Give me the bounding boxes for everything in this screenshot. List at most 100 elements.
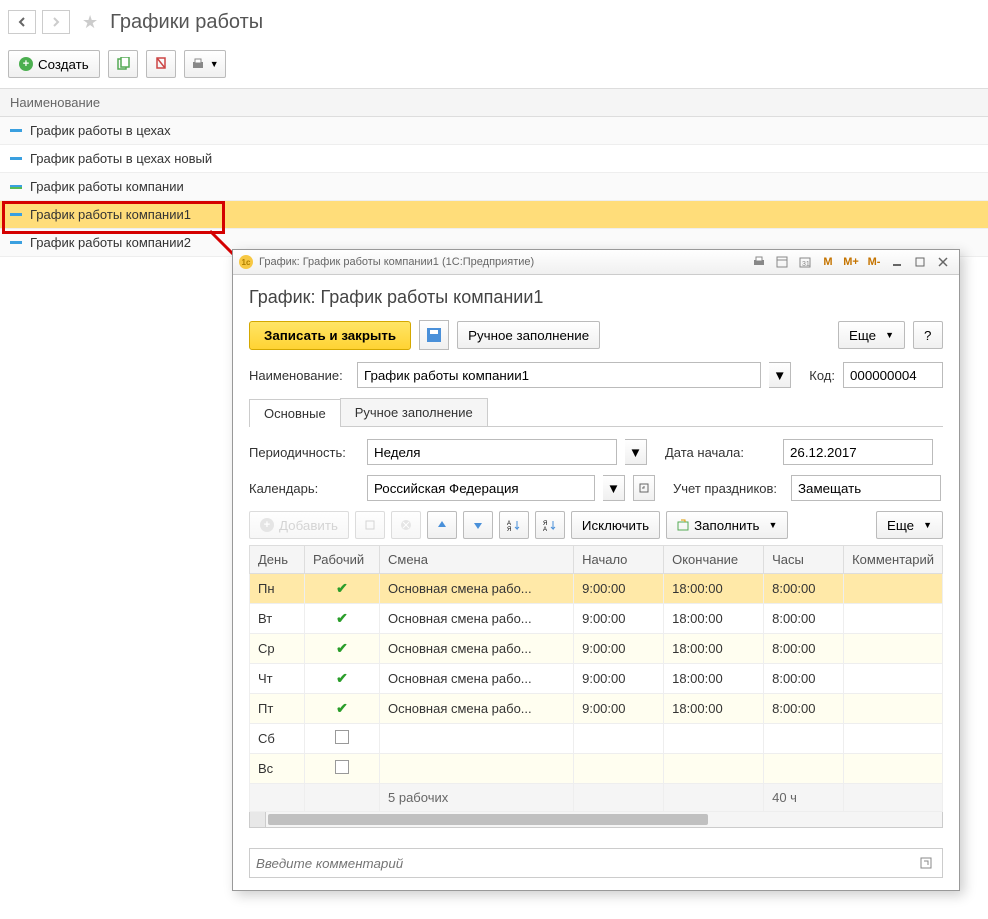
cell-shift: Основная смена рабо... [380, 574, 574, 604]
titlebar-m-button[interactable]: M [818, 253, 838, 271]
start-date-input[interactable] [783, 439, 933, 465]
cell-comment [844, 604, 943, 634]
list-item[interactable]: График работы в цехах [0, 117, 988, 145]
cell-day: Пт [250, 694, 305, 724]
col-shift[interactable]: Смена [380, 546, 574, 574]
name-label: Наименование: [249, 368, 349, 383]
col-hours[interactable]: Часы [764, 546, 844, 574]
cell-work[interactable] [305, 754, 380, 784]
cell-work[interactable]: ✔ [305, 694, 380, 724]
cell-end [664, 724, 764, 754]
table-row[interactable]: Ср ✔ Основная смена рабо... 9:00:00 18:0… [250, 634, 943, 664]
copy-button[interactable] [108, 50, 138, 78]
titlebar-calc-icon[interactable] [772, 253, 792, 271]
list-item-label: График работы компании1 [30, 207, 191, 222]
cell-comment [844, 724, 943, 754]
comment-input[interactable] [256, 856, 916, 871]
list-item[interactable]: График работы в цехах новый [0, 145, 988, 173]
comment-expand-button[interactable] [916, 854, 936, 872]
table-row[interactable]: Вс [250, 754, 943, 784]
list-item-selected[interactable]: График работы компании1 [0, 201, 988, 229]
cell-shift: Основная смена рабо... [380, 694, 574, 724]
cell-day: Сб [250, 724, 305, 754]
calendar-dropdown-button[interactable]: ▼ [603, 475, 625, 501]
fill-button[interactable]: Заполнить▼ [666, 511, 788, 539]
cell-day: Вс [250, 754, 305, 784]
period-input[interactable] [367, 439, 617, 465]
add-button[interactable]: +Добавить [249, 511, 349, 539]
cell-work[interactable] [305, 724, 380, 754]
titlebar-minimize-button[interactable] [887, 253, 907, 271]
cell-comment [844, 634, 943, 664]
cell-comment [844, 754, 943, 784]
save-close-button[interactable]: Записать и закрыть [249, 321, 411, 350]
print-button[interactable]: ▼ [184, 50, 226, 78]
favorite-star-icon[interactable]: ★ [82, 12, 98, 33]
item-marker-icon [10, 241, 22, 244]
cell-work[interactable]: ✔ [305, 604, 380, 634]
horizontal-scrollbar[interactable] [249, 812, 943, 828]
checkmark-icon: ✔ [336, 610, 348, 626]
tab-main[interactable]: Основные [249, 399, 341, 427]
table-row[interactable]: Пт ✔ Основная смена рабо... 9:00:00 18:0… [250, 694, 943, 724]
cell-shift [380, 724, 574, 754]
titlebar-print-icon[interactable] [749, 253, 769, 271]
calendar-input[interactable] [367, 475, 595, 501]
cell-work[interactable]: ✔ [305, 634, 380, 664]
col-start[interactable]: Начало [574, 546, 664, 574]
list-item[interactable]: График работы компании [0, 173, 988, 201]
more-button[interactable]: Еще▼ [838, 321, 905, 349]
table-row[interactable]: Пн ✔ Основная смена рабо... 9:00:00 18:0… [250, 574, 943, 604]
titlebar-maximize-button[interactable] [910, 253, 930, 271]
fill-label: Заполнить [694, 518, 759, 533]
table-row[interactable]: Вт ✔ Основная смена рабо... 9:00:00 18:0… [250, 604, 943, 634]
col-comment[interactable]: Комментарий [844, 546, 943, 574]
item-marker-icon [10, 157, 22, 160]
exclude-button[interactable]: Исключить [571, 511, 660, 539]
sort-desc-button[interactable]: ЯА [535, 511, 565, 539]
name-dropdown-button[interactable]: ▼ [769, 362, 791, 388]
cell-day: Пн [250, 574, 305, 604]
move-down-button[interactable] [463, 511, 493, 539]
cell-end [664, 754, 764, 784]
calendar-open-button[interactable] [633, 475, 655, 501]
create-button-label: Создать [38, 57, 89, 72]
name-input[interactable] [357, 362, 761, 388]
delete-row-button[interactable] [391, 511, 421, 539]
titlebar-mminus-button[interactable]: M- [864, 253, 884, 271]
col-end[interactable]: Окончание [664, 546, 764, 574]
code-label: Код: [809, 368, 835, 383]
cell-day: Вт [250, 604, 305, 634]
item-marker-icon [10, 129, 22, 132]
table-row[interactable]: Сб [250, 724, 943, 754]
table-row[interactable]: Чт ✔ Основная смена рабо... 9:00:00 18:0… [250, 664, 943, 694]
titlebar-close-button[interactable] [933, 253, 953, 271]
titlebar-calendar-icon[interactable]: 31 [795, 253, 815, 271]
save-button[interactable] [419, 320, 449, 350]
period-dropdown-button[interactable]: ▼ [625, 439, 647, 465]
titlebar-mplus-button[interactable]: M+ [841, 253, 861, 271]
more-inner-button[interactable]: Еще▼ [876, 511, 943, 539]
col-day[interactable]: День [250, 546, 305, 574]
cell-end: 18:00:00 [664, 574, 764, 604]
col-work[interactable]: Рабочий [305, 546, 380, 574]
cell-day: Чт [250, 664, 305, 694]
sort-asc-button[interactable]: АЯ [499, 511, 529, 539]
copy-row-button[interactable] [355, 511, 385, 539]
manual-fill-button[interactable]: Ручное заполнение [457, 321, 600, 349]
page-title: Графики работы [110, 11, 263, 34]
cell-work[interactable]: ✔ [305, 574, 380, 604]
move-up-button[interactable] [427, 511, 457, 539]
holidays-input[interactable] [791, 475, 941, 501]
delete-button[interactable] [146, 50, 176, 78]
cell-end: 18:00:00 [664, 634, 764, 664]
nav-forward-button[interactable] [42, 10, 70, 34]
floppy-icon [427, 328, 441, 342]
help-button[interactable]: ? [913, 321, 943, 349]
more-label: Еще [849, 328, 876, 343]
nav-back-button[interactable] [8, 10, 36, 34]
tab-manual[interactable]: Ручное заполнение [340, 398, 488, 426]
code-input[interactable] [843, 362, 943, 388]
create-button[interactable]: +Создать [8, 50, 100, 78]
cell-work[interactable]: ✔ [305, 664, 380, 694]
